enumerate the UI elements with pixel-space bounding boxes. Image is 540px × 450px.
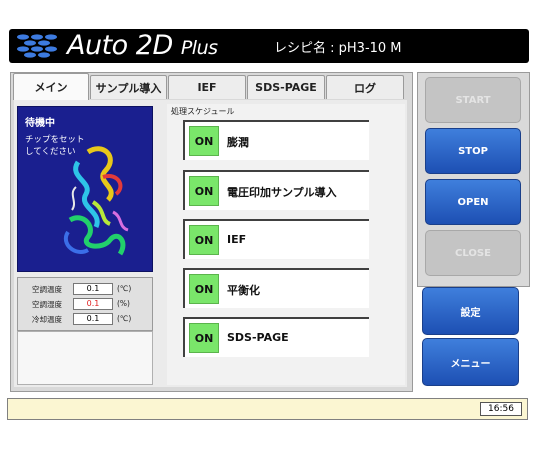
step-label: 膨潤 [227,136,249,149]
schedule-panel: 処理スケジュール ON 膨潤 ON 電圧印加サンプル導入 ON IEF ON 平… [167,104,405,385]
logo-icon [17,34,57,58]
recipe-name: レシピ名 : pH3-10 M [274,41,402,56]
menu-button[interactable]: メニュー [422,338,519,386]
app-title-sub: Plus [180,37,218,59]
title-bar: Auto 2D Plus レシピ名 : pH3-10 M [9,29,529,63]
step-label: 平衡化 [227,284,260,297]
main-content: 待機中 チップをセット してください 空調温度 0.1 (℃) 空調湿度 0.1… [14,100,407,387]
tab-log[interactable]: ログ [326,75,404,99]
step-label: 電圧印加サンプル導入 [227,186,337,199]
step-on-toggle[interactable]: ON [189,274,219,304]
close-button[interactable]: CLOSE [425,230,521,276]
info-area [17,331,153,385]
start-button[interactable]: START [425,77,521,123]
reading-label: 冷却温度 [32,315,62,324]
tab-sds-page[interactable]: SDS-PAGE [247,75,325,99]
status-message: チップをセット してください [25,134,85,158]
stop-button[interactable]: STOP [425,128,521,174]
step-on-toggle[interactable]: ON [189,323,219,353]
tab-sample-intro[interactable]: サンプル導入 [90,75,167,99]
reading-value: 0.1 [73,283,113,295]
reading-unit: (℃) [117,284,132,293]
main-panel: メイン サンプル導入 IEF SDS-PAGE ログ 待機中 チップをセット し… [10,72,413,392]
clock: 16:56 [480,402,522,416]
reading-label: 空調温度 [32,285,62,294]
step-on-toggle[interactable]: ON [189,225,219,255]
status-title: 待機中 [25,118,55,129]
schedule-step-equilibration: ON 平衡化 [183,268,369,308]
app-title-main: Auto 2D [67,30,173,61]
schedule-step-ief: ON IEF [183,219,369,259]
open-button[interactable]: OPEN [425,179,521,225]
step-label: SDS-PAGE [227,331,289,344]
readings-panel: 空調温度 0.1 (℃) 空調湿度 0.1 (%) 冷却温度 0.1 (℃) [17,277,153,331]
reading-value: 0.1 [73,298,113,310]
schedule-step-sds-page: ON SDS-PAGE [183,317,369,357]
schedule-step-swelling: ON 膨潤 [183,120,369,160]
app-title: Auto 2D Plus [67,30,218,61]
status-message-line1: チップをセット [25,135,85,145]
tab-bar: メイン サンプル導入 IEF SDS-PAGE ログ [11,73,412,100]
status-panel: 待機中 チップをセット してください [17,106,153,272]
control-panel: START STOP OPEN CLOSE [417,72,530,287]
reading-label: 空調湿度 [32,300,62,309]
step-on-toggle[interactable]: ON [189,176,219,206]
tab-main[interactable]: メイン [13,73,89,100]
reading-unit: (℃) [117,314,132,323]
reading-row-air-humidity: 空調湿度 0.1 (%) [18,297,152,312]
status-bar: 16:56 [7,398,528,420]
reading-value: 0.1 [73,313,113,325]
settings-button[interactable]: 設定 [422,287,519,335]
tab-ief[interactable]: IEF [168,75,246,99]
reading-row-air-temp: 空調温度 0.1 (℃) [18,282,152,297]
reading-row-cooling-temp: 冷却温度 0.1 (℃) [18,312,152,327]
step-on-toggle[interactable]: ON [189,126,219,156]
reading-unit: (%) [117,299,130,308]
step-label: IEF [227,233,247,246]
schedule-label: 処理スケジュール [171,107,235,116]
schedule-step-voltage-sample: ON 電圧印加サンプル導入 [183,170,369,210]
status-message-line2: してください [25,147,76,157]
